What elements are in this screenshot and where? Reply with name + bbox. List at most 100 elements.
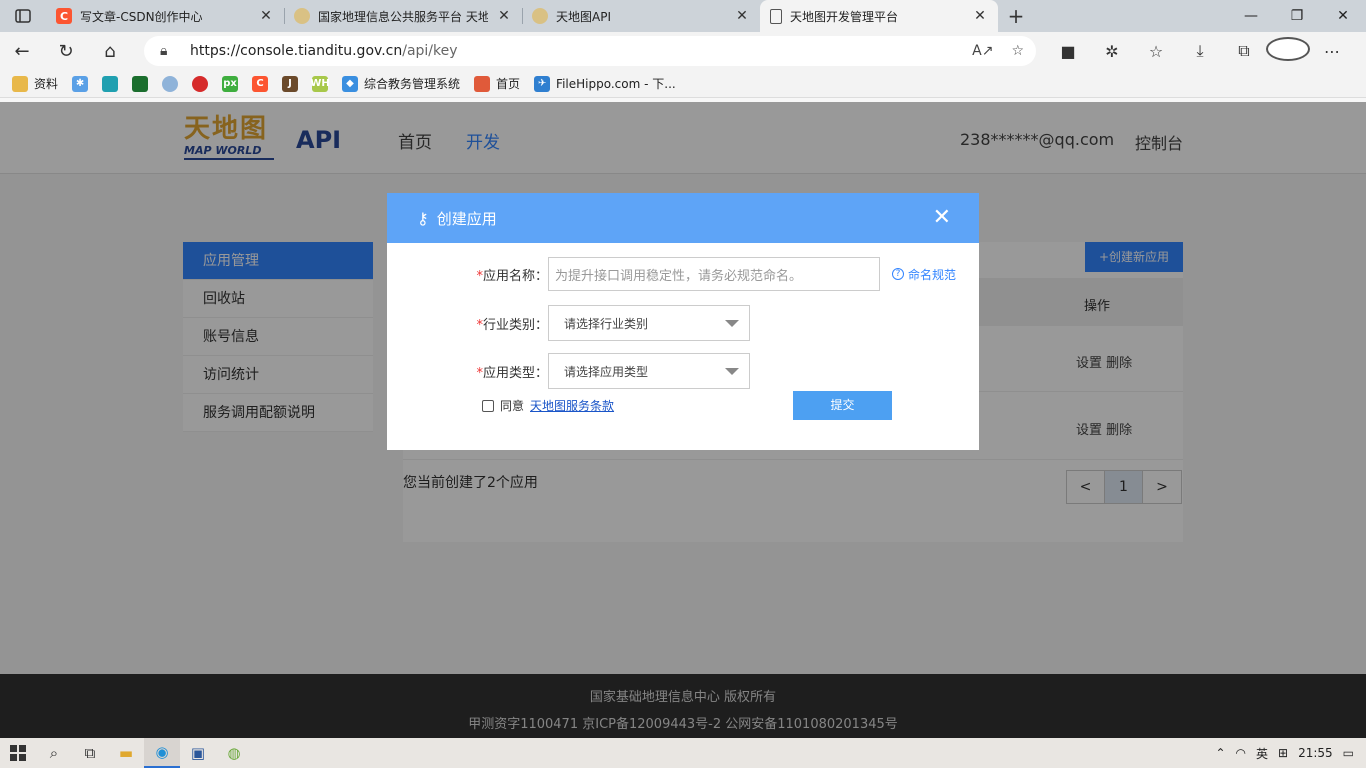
minimize-icon[interactable]: — (1228, 0, 1274, 32)
tab-title: 天地图开发管理平台 (790, 9, 899, 24)
address-bar[interactable]: 🔒︎ https://console.tianditu.gov.cn/api/k… (144, 36, 1036, 66)
wifi-icon[interactable]: ◠ (1236, 746, 1246, 760)
browser-tab[interactable]: 天地图API ✕ (522, 0, 760, 32)
app-type-label-text: 应用类型： (482, 365, 548, 381)
industry-label-text: 行业类别： (482, 317, 548, 333)
puzzle-icon[interactable]: ✲ (1090, 42, 1134, 61)
submit-button[interactable]: 提交 (793, 391, 892, 420)
read-aloud-icon[interactable]: A↗ (972, 43, 993, 59)
cube-icon (474, 75, 491, 92)
book-icon[interactable] (102, 75, 119, 92)
dialog-header: ⚷ 创建应用 ✕ (387, 193, 979, 243)
tab-actions-icon[interactable] (0, 0, 46, 32)
csdn-icon: C (56, 8, 72, 24)
window-close-icon[interactable]: ✕ (1320, 0, 1366, 32)
ime-grid-icon[interactable]: ⊞ (1278, 746, 1288, 760)
word-icon[interactable]: ▣ (180, 738, 216, 768)
browser-tab[interactable]: 国家地理信息公共服务平台 天地图 ✕ (284, 0, 522, 32)
bookmark-link[interactable]: ◆ 综合教务管理系统 (342, 75, 460, 92)
chevron-down-icon (725, 319, 739, 327)
px-icon[interactable]: px (222, 75, 239, 92)
close-icon[interactable]: ✕ (972, 8, 988, 24)
edge-browser-icon[interactable]: ◉ (144, 738, 180, 768)
close-icon[interactable]: ✕ (496, 8, 512, 24)
app-type-row: *应用类型： 请选择应用类型 (387, 353, 750, 389)
browser-tab[interactable]: C 写文章-CSDN创作中心 ✕ (46, 0, 284, 32)
tab-title: 天地图API (556, 9, 611, 24)
favorites-icon[interactable]: ☆ (1134, 42, 1178, 61)
bookmark-folder[interactable]: 资料 (12, 75, 58, 92)
emblem-icon[interactable] (192, 75, 209, 92)
wh-icon[interactable]: WH (310, 75, 330, 92)
file-explorer-icon[interactable]: ▬ (108, 738, 144, 768)
app-type-select-value: 请选择应用类型 (564, 364, 649, 379)
terms-link[interactable]: 天地图服务条款 (530, 397, 614, 414)
app-name-input[interactable]: 为提升接口调用稳定性，请务必规范命名。 (548, 257, 880, 291)
input-language[interactable]: 英 (1256, 745, 1268, 762)
industry-select-value: 请选择行业类别 (564, 316, 649, 331)
system-tray: ⌃ ◠ 英 ⊞ 21:55 ▭ (1215, 745, 1366, 762)
window-controls: — ❐ ✕ (1228, 0, 1366, 32)
close-icon[interactable]: ✕ (258, 8, 274, 24)
windows-taskbar: ⌕ ⧉ ▬ ◉ ▣ ◍ ⌃ ◠ 英 ⊞ 21:55 ▭ (0, 738, 1366, 768)
url-path: /api/key (402, 43, 458, 59)
naming-rule-text: 命名规范 (908, 267, 957, 282)
agree-text: 同意 (500, 399, 525, 413)
globe-icon (294, 8, 310, 24)
more-icon[interactable]: ⋯ (1310, 42, 1354, 61)
browser-toolbar: ← ↻ ⌂ 🔒︎ https://console.tianditu.gov.cn… (0, 32, 1366, 70)
bookmark-label: 首页 (496, 77, 521, 91)
flag-icon[interactable] (132, 75, 149, 92)
dialog-title: 创建应用 (436, 209, 497, 228)
search-icon[interactable]: ⌕ (36, 738, 72, 768)
clock-time[interactable]: 21:55 (1298, 746, 1333, 760)
app-type-select[interactable]: 请选择应用类型 (548, 353, 750, 389)
bookmark-link[interactable]: 首页 (474, 75, 520, 92)
naming-rule-link[interactable]: ? 命名规范 (892, 266, 956, 283)
bookmark-label: FileHippo.com - 下... (556, 77, 676, 91)
notification-icon[interactable]: ▭ (1343, 746, 1354, 760)
industry-select[interactable]: 请选择行业类别 (548, 305, 750, 341)
refresh-icon[interactable]: ↻ (44, 41, 88, 62)
terms-agreement: 同意 天地图服务条款 (482, 397, 614, 414)
download-icon[interactable]: ⤓ (1178, 41, 1222, 61)
url-host: https://console.tianditu.gov.cn (190, 43, 403, 59)
app-name-label: *应用名称： (387, 265, 548, 284)
globe-icon (532, 8, 548, 24)
tab-title: 国家地理信息公共服务平台 天地图 (318, 9, 488, 24)
diamond-icon: ◆ (342, 75, 359, 92)
close-icon[interactable]: ✕ (933, 205, 951, 230)
key-icon: ⚷ (417, 208, 429, 228)
add-favorite-icon[interactable]: ☆ (1011, 43, 1024, 59)
profile-avatar[interactable] (1266, 37, 1310, 65)
new-tab-icon[interactable]: + (998, 0, 1034, 32)
app-type-label: *应用类型： (387, 362, 548, 381)
bookmark-label: 综合教务管理系统 (364, 77, 461, 91)
globe-icon[interactable] (162, 75, 179, 92)
app-name-label-text: 应用名称： (482, 268, 548, 284)
csdn-icon[interactable]: C (252, 75, 269, 92)
back-icon[interactable]: ← (0, 41, 44, 62)
close-icon[interactable]: ✕ (734, 8, 750, 24)
react-icon[interactable]: ✱ (72, 75, 89, 92)
j-icon[interactable]: J (282, 75, 299, 92)
windows-start-icon[interactable] (0, 738, 36, 768)
edge-collections-icon[interactable]: ⧉ (1222, 41, 1266, 61)
extension-icon[interactable]: ■ (1046, 42, 1090, 61)
industry-row: *行业类别： 请选择行业类别 (387, 305, 750, 341)
agree-checkbox[interactable] (482, 399, 494, 412)
home-icon[interactable]: ⌂ (88, 41, 132, 62)
browser-tab-bar: C 写文章-CSDN创作中心 ✕ 国家地理信息公共服务平台 天地图 ✕ 天地图A… (0, 0, 1366, 32)
browser-tab-active[interactable]: 天地图开发管理平台 ✕ (760, 0, 998, 32)
folder-icon (12, 75, 28, 92)
bookmark-link[interactable]: ✈ FileHippo.com - 下... (534, 75, 676, 92)
tab-title: 写文章-CSDN创作中心 (80, 9, 203, 24)
task-view-icon[interactable]: ⧉ (72, 738, 108, 768)
qgis-icon[interactable]: ◍ (216, 738, 252, 768)
filehippo-icon: ✈ (534, 75, 551, 92)
lock-icon: 🔒︎ (160, 43, 168, 59)
restore-icon[interactable]: ❐ (1274, 0, 1320, 32)
app-name-row: *应用名称： 为提升接口调用稳定性，请务必规范命名。 ? 命名规范 (387, 257, 956, 291)
bookmark-label: 资料 (34, 77, 59, 91)
chevron-up-icon[interactable]: ⌃ (1215, 746, 1225, 760)
